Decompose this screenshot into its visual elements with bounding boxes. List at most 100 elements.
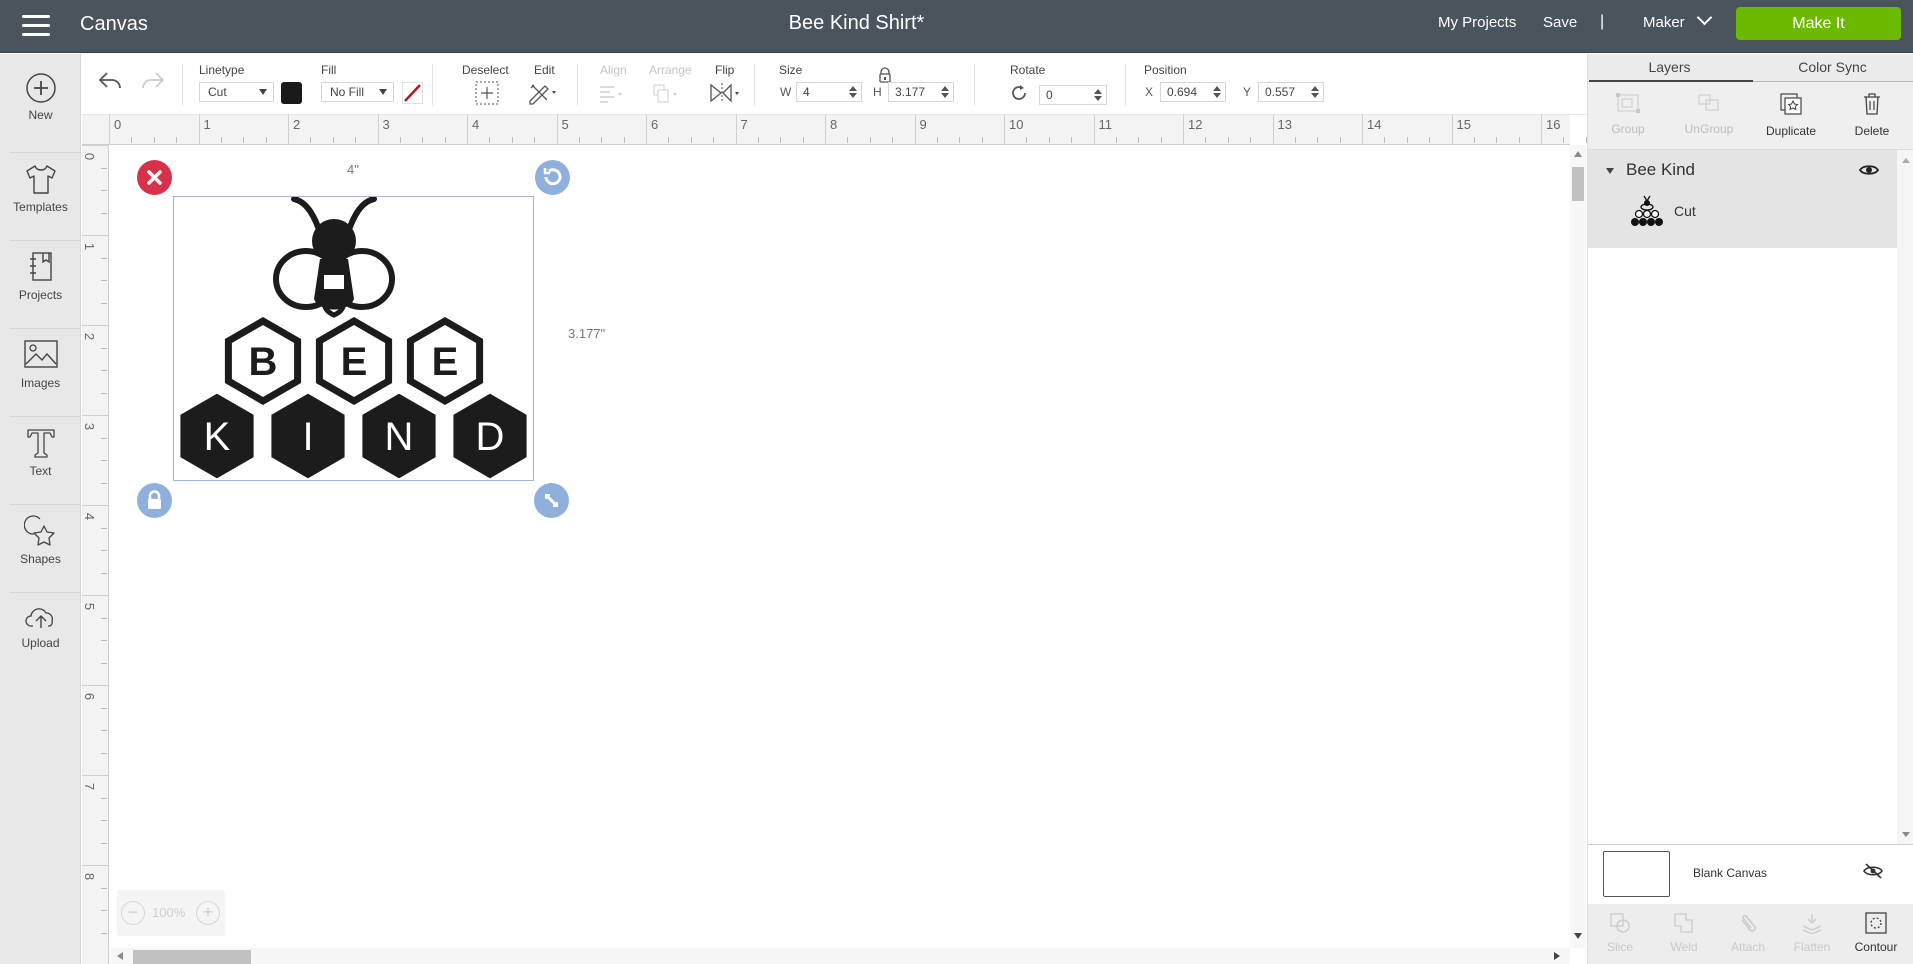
- bee-stripe: [324, 275, 344, 289]
- ruler-label: 7: [740, 117, 748, 132]
- tab-layers[interactable]: Layers: [1588, 59, 1751, 75]
- scroll-up-arrow[interactable]: [1574, 151, 1582, 157]
- tab-color-sync[interactable]: Color Sync: [1751, 59, 1913, 75]
- ruler-minor-tick: [1294, 137, 1296, 143]
- selection-bounding-box[interactable]: B E E K I N D: [173, 196, 534, 481]
- blank-canvas-row: Blank Canvas: [1588, 844, 1913, 904]
- ruler-minor-tick: [101, 572, 107, 574]
- sidebar-item-templates[interactable]: Templates: [0, 154, 81, 242]
- x-position-input[interactable]: 0.694: [1160, 82, 1226, 102]
- caret-down-icon[interactable]: [1606, 168, 1614, 174]
- lock-aspect-icon[interactable]: [878, 67, 892, 83]
- width-input[interactable]: 4: [796, 82, 862, 102]
- delete-handle[interactable]: [137, 160, 172, 195]
- ruler-minor-tick: [444, 137, 446, 143]
- layers-scrollbar[interactable]: [1897, 150, 1913, 844]
- linetype-color-swatch[interactable]: [281, 82, 302, 104]
- vertical-scrollbar[interactable]: [1570, 145, 1586, 948]
- contour-label: Contour: [1854, 940, 1898, 954]
- y-position-input[interactable]: 0.557: [1258, 82, 1324, 102]
- size-label: Size: [779, 63, 803, 77]
- zoom-in-button[interactable]: +: [196, 901, 220, 925]
- attach-button[interactable]: Attach: [1716, 904, 1780, 964]
- ruler-minor-tick: [101, 617, 107, 619]
- deselect-icon[interactable]: [475, 81, 499, 105]
- ruler-major-tick: [646, 115, 647, 145]
- ungroup-button[interactable]: UnGroup: [1669, 82, 1749, 150]
- rotate-stepper[interactable]: [1094, 89, 1102, 101]
- rotate-handle[interactable]: [535, 160, 570, 195]
- sidebar-item-new[interactable]: New: [0, 64, 81, 152]
- edit-tools-icon[interactable]: [527, 81, 561, 105]
- arrange-icon[interactable]: [652, 83, 682, 105]
- rotate-input[interactable]: 0: [1039, 85, 1107, 105]
- scroll-down-arrow[interactable]: [1574, 933, 1582, 939]
- machine-selector[interactable]: Maker: [1643, 9, 1712, 31]
- ruler-minor-tick: [101, 887, 107, 889]
- ruler-major-tick: [82, 415, 109, 416]
- horizontal-scroll-thumb[interactable]: [133, 950, 251, 964]
- eye-hidden-icon[interactable]: [1863, 863, 1883, 879]
- save-link[interactable]: Save: [1543, 14, 1577, 31]
- y-position-stepper[interactable]: [1311, 86, 1319, 98]
- ruler-minor-tick: [101, 302, 107, 304]
- ruler-minor-tick: [1339, 137, 1341, 143]
- layer-group-bee-kind[interactable]: Bee Kind Cut: [1588, 150, 1897, 248]
- make-it-button[interactable]: Make It: [1736, 7, 1901, 40]
- ruler-minor-tick: [981, 137, 983, 143]
- layer-thumbnail: [1631, 195, 1663, 226]
- redo-icon[interactable]: [138, 70, 166, 92]
- flip-icon[interactable]: [709, 82, 743, 104]
- eye-icon[interactable]: [1859, 163, 1879, 177]
- resize-handle[interactable]: [534, 483, 569, 518]
- height-stepper[interactable]: [941, 86, 949, 98]
- contour-button[interactable]: Contour: [1844, 904, 1908, 964]
- ruler-minor-tick: [101, 820, 107, 821]
- scroll-up-arrow[interactable]: [1902, 158, 1910, 163]
- sidebar-item-images[interactable]: Images: [0, 330, 81, 418]
- bee-kind-design[interactable]: B E E K I N D: [174, 197, 532, 479]
- width-stepper[interactable]: [849, 86, 857, 98]
- layer-item-cut[interactable]: Cut: [1588, 188, 1897, 246]
- ruler-major-tick: [82, 235, 109, 236]
- zoom-out-button[interactable]: −: [121, 901, 145, 925]
- selection-height-label: 3.177": [568, 326, 606, 341]
- edit-label: Edit: [534, 63, 555, 77]
- undo-icon[interactable]: [97, 70, 125, 92]
- group-button[interactable]: Group: [1588, 82, 1668, 150]
- ruler-minor-tick: [1317, 137, 1319, 143]
- linetype-select[interactable]: Cut: [199, 82, 274, 102]
- align-icon[interactable]: [598, 84, 628, 104]
- sidebar-item-text[interactable]: Text: [0, 418, 81, 506]
- my-projects-link[interactable]: My Projects: [1438, 14, 1516, 31]
- scroll-left-arrow[interactable]: [117, 952, 123, 960]
- blank-canvas-swatch[interactable]: [1603, 851, 1670, 897]
- x-position-stepper[interactable]: [1213, 86, 1221, 98]
- ruler-minor-tick: [101, 527, 107, 529]
- scroll-down-arrow[interactable]: [1902, 832, 1910, 837]
- vertical-scroll-thumb[interactable]: [1572, 167, 1584, 201]
- caret-down-icon: [259, 89, 267, 95]
- scroll-right-arrow[interactable]: [1554, 952, 1560, 960]
- slice-button[interactable]: Slice: [1588, 904, 1652, 964]
- ruler-label: 13: [1277, 117, 1292, 132]
- duplicate-button[interactable]: Duplicate: [1751, 82, 1831, 150]
- height-input[interactable]: 3.177: [888, 82, 954, 102]
- sidebar-item-projects[interactable]: Projects: [0, 242, 81, 330]
- ruler-label: 5: [82, 602, 98, 611]
- ruler-major-tick: [198, 115, 200, 145]
- duplicate-label: Duplicate: [1765, 124, 1817, 138]
- fill-select[interactable]: No Fill: [321, 82, 394, 102]
- ruler-minor-tick: [101, 370, 107, 371]
- sidebar-label-text: Text: [29, 464, 52, 478]
- lock-handle[interactable]: [137, 483, 172, 518]
- horizontal-scrollbar[interactable]: [109, 948, 1570, 964]
- delete-button[interactable]: Delete: [1832, 82, 1912, 150]
- fill-color-swatch[interactable]: [402, 82, 423, 104]
- ruler-minor-tick: [265, 137, 267, 143]
- weld-button[interactable]: Weld: [1652, 904, 1716, 964]
- rotate-label: Rotate: [1010, 63, 1046, 77]
- sidebar-item-upload[interactable]: Upload: [0, 594, 81, 682]
- sidebar-item-shapes[interactable]: Shapes: [0, 506, 81, 594]
- flatten-button[interactable]: Flatten: [1780, 904, 1844, 964]
